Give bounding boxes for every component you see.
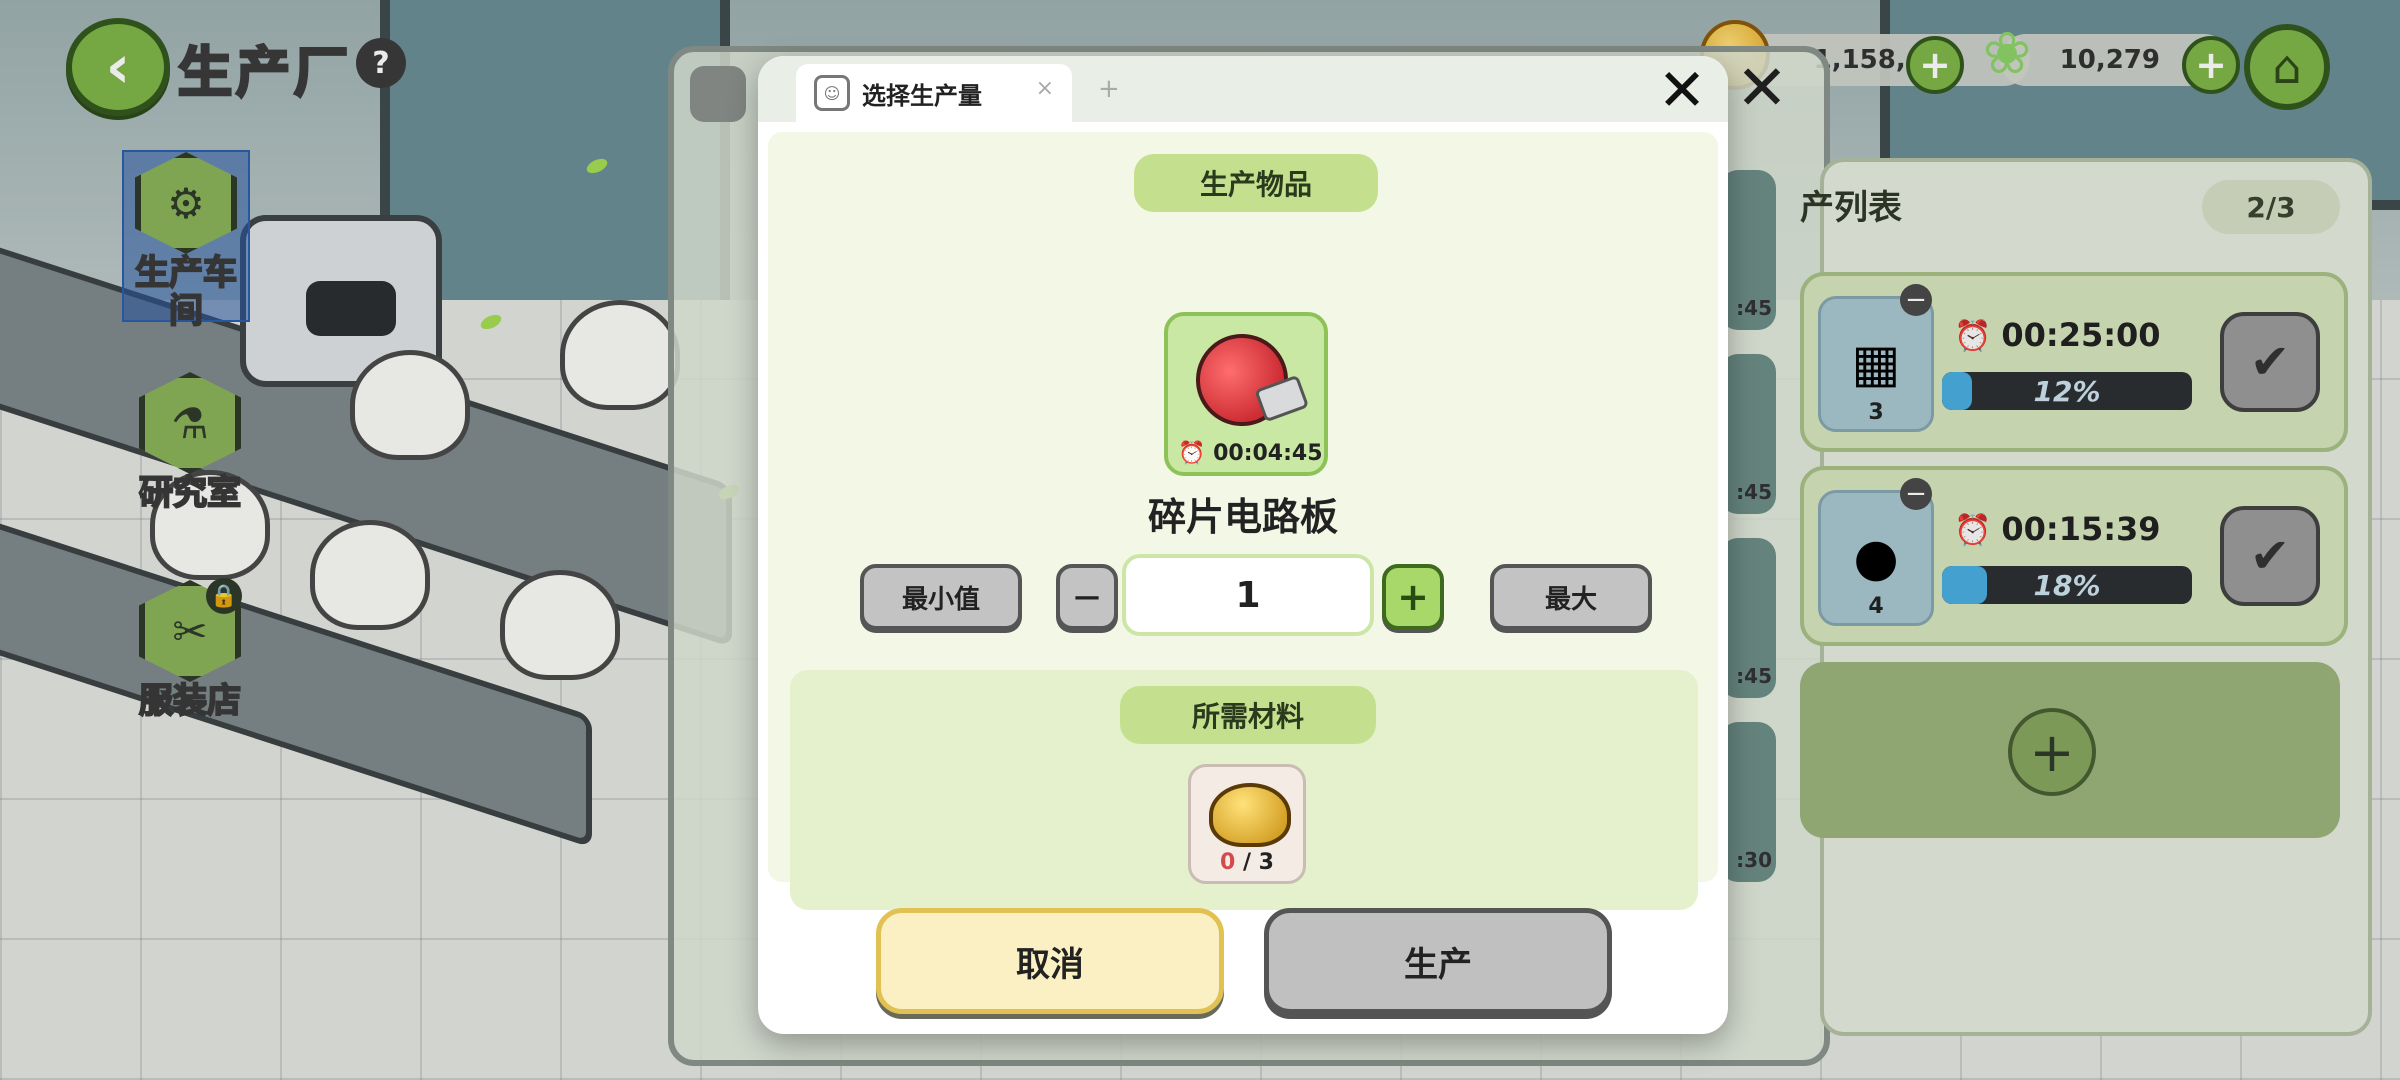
robot-icon: ☺	[814, 75, 850, 111]
select-quantity-modal: ☺ 选择生产量 × + ✕ 生产物品 ⏰ 00:04:45 碎片电路板 最小值 …	[758, 56, 1728, 1034]
cancel-button[interactable]: 取消	[876, 908, 1224, 1014]
produce-item-header: 生产物品	[1134, 154, 1378, 212]
tab-close-icon[interactable]: ×	[1036, 76, 1054, 101]
material-slot[interactable]: 0 / 3	[1188, 764, 1306, 884]
item-name: 碎片电路板	[1147, 495, 1338, 539]
produce-button[interactable]: 生产	[1264, 908, 1612, 1014]
item-duration: ⏰ 00:04:45	[1178, 441, 1323, 466]
required-materials-area: 所需材料 0 / 3	[790, 670, 1698, 910]
quantity-input[interactable]: 1	[1122, 554, 1374, 636]
materials-header: 所需材料	[1120, 686, 1376, 744]
circuit-fragment-icon	[1183, 321, 1301, 439]
material-count: 0 / 3	[1220, 850, 1274, 875]
modal-close-button[interactable]: ✕	[1654, 61, 1710, 119]
increase-quantity-button[interactable]: +	[1382, 564, 1444, 630]
modal-tab-bar: ☺ 选择生产量 × + ✕	[758, 56, 1728, 122]
min-quantity-button[interactable]: 最小值	[860, 564, 1022, 630]
max-quantity-button[interactable]: 最大	[1490, 564, 1652, 630]
new-tab-icon[interactable]: +	[1098, 74, 1120, 104]
alarm-clock-icon: ⏰	[1178, 441, 1206, 466]
modal-body: 生产物品 ⏰ 00:04:45 碎片电路板 最小值 — 1 + 最大 所需材料 …	[768, 132, 1718, 910]
gold-ore-icon	[1209, 783, 1291, 847]
decrease-quantity-button[interactable]: —	[1056, 564, 1118, 630]
tab-label: 选择生产量	[862, 81, 982, 110]
tab-select-quantity[interactable]: ☺ 选择生产量 ×	[796, 64, 1072, 122]
produce-item-slot[interactable]: ⏰ 00:04:45	[1164, 312, 1328, 476]
